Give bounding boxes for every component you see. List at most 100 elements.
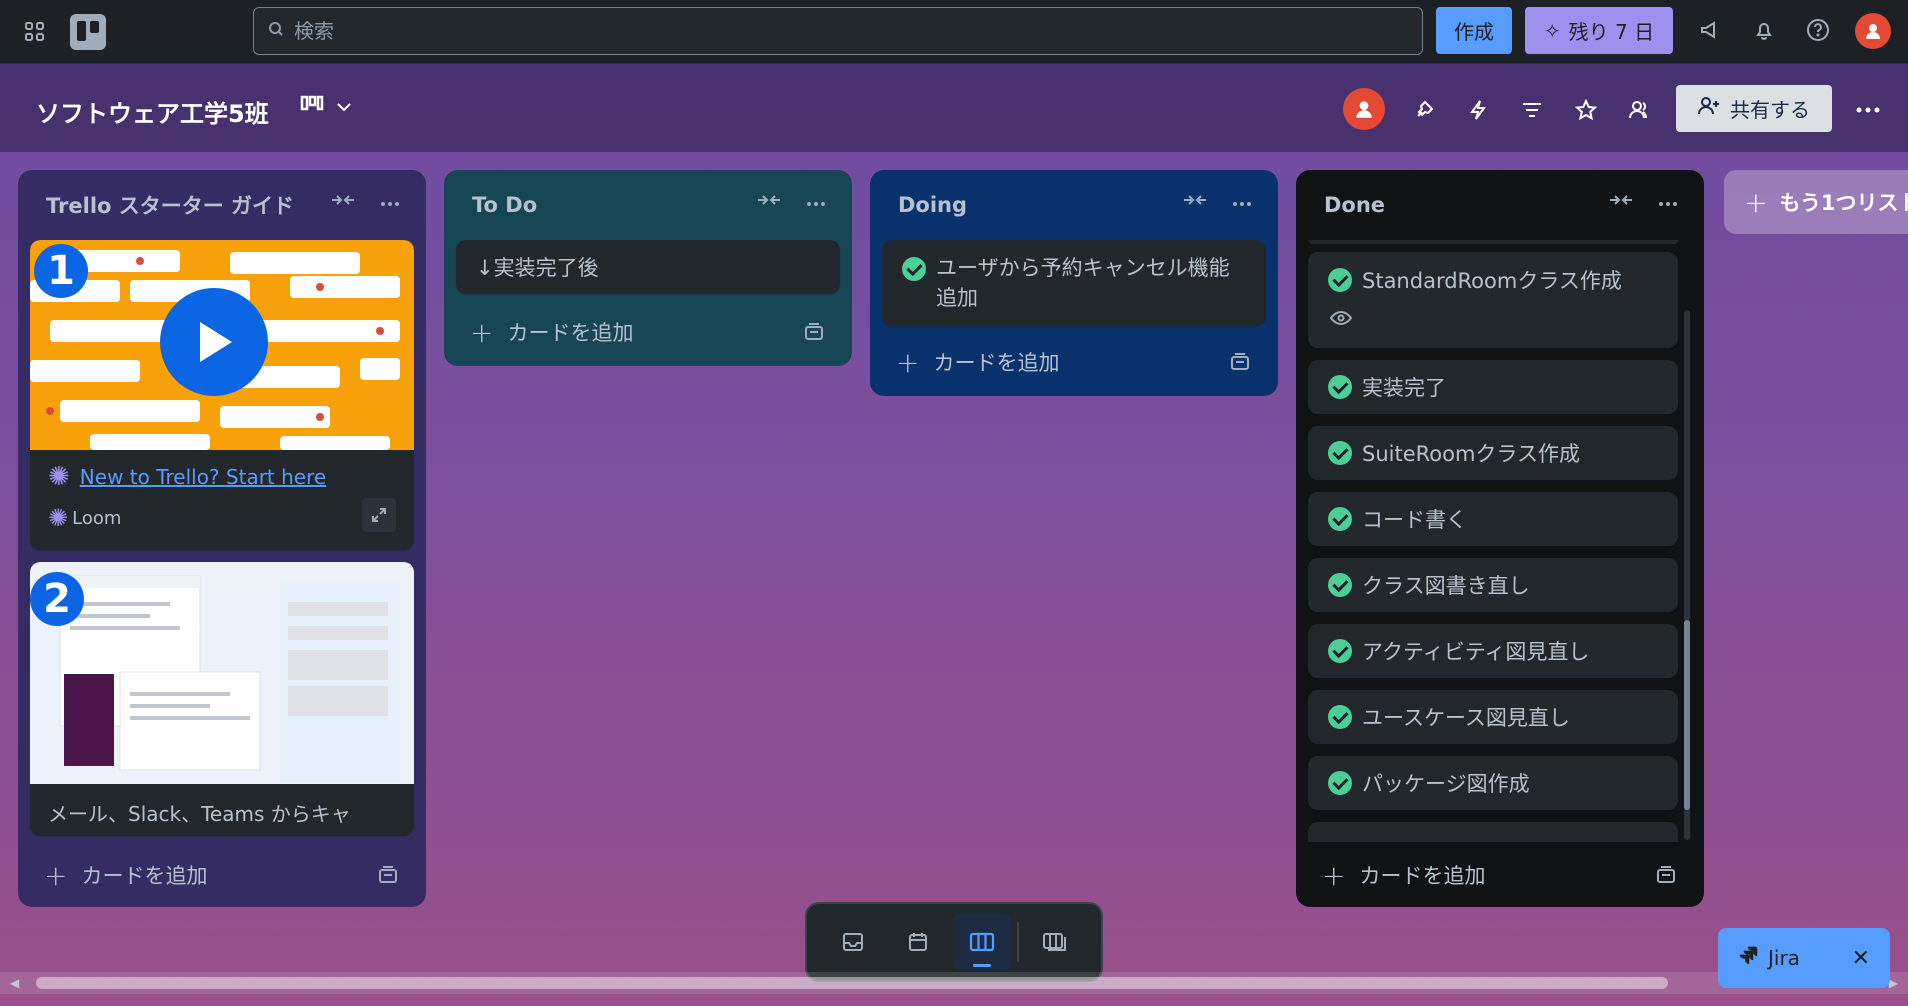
announcement-icon[interactable] bbox=[1694, 14, 1726, 46]
video-thumbnail[interactable]: 1 bbox=[30, 240, 414, 450]
play-icon[interactable] bbox=[160, 288, 268, 396]
list-scrollbar[interactable] bbox=[1684, 310, 1690, 840]
list-card[interactable]: 実装完了 bbox=[1308, 360, 1678, 414]
card-title: ユーザから予約キャンセル機能追加 bbox=[936, 256, 1230, 310]
board-view-switcher[interactable] bbox=[300, 94, 352, 118]
list-card[interactable]: クラス図書き直し bbox=[1308, 558, 1678, 612]
filter-icon[interactable] bbox=[1512, 90, 1552, 130]
start-here-link[interactable]: New to Trello? Start here bbox=[80, 465, 326, 489]
board-member-avatar[interactable] bbox=[1343, 88, 1385, 130]
complete-check-icon[interactable] bbox=[1328, 639, 1352, 663]
power-ups-icon[interactable] bbox=[1404, 90, 1444, 130]
watching-eye-icon bbox=[1329, 307, 1658, 331]
workspace-visibility-icon[interactable] bbox=[1620, 90, 1660, 130]
list-card[interactable]: アクティビティ図見直し bbox=[1308, 624, 1678, 678]
automation-icon[interactable] bbox=[1458, 90, 1498, 130]
trial-days-button[interactable]: ✧ 残り 7 日 bbox=[1525, 7, 1673, 54]
complete-check-icon[interactable] bbox=[1328, 268, 1352, 292]
app-switcher-icon[interactable] bbox=[20, 17, 50, 47]
collapse-list-icon[interactable] bbox=[330, 192, 356, 211]
complete-check-icon[interactable] bbox=[1328, 441, 1352, 465]
scroll-right-arrow-icon[interactable]: ▶ bbox=[1889, 976, 1898, 990]
complete-check-icon[interactable] bbox=[1328, 375, 1352, 399]
list-menu-icon[interactable] bbox=[380, 192, 400, 211]
done-card-scroll-area[interactable]: StandardRoomクラス作成 実装完了 SuiteRoomクラス作成 コー… bbox=[1308, 240, 1692, 842]
collapse-list-icon[interactable] bbox=[1608, 192, 1634, 211]
card-template-icon[interactable] bbox=[378, 865, 398, 889]
board-horizontal-scrollbar[interactable]: ◀ ▶ bbox=[0, 972, 1908, 994]
star-icon[interactable] bbox=[1566, 90, 1606, 130]
list-title[interactable]: Done bbox=[1324, 193, 1385, 217]
add-card-label: カードを追加 bbox=[1359, 864, 1486, 888]
list-menu-icon[interactable] bbox=[1658, 192, 1678, 211]
list-card[interactable]: ↓実装完了後 bbox=[456, 240, 840, 294]
notifications-bell-icon[interactable] bbox=[1748, 14, 1780, 46]
scroll-left-arrow-icon[interactable]: ◀ bbox=[10, 976, 19, 990]
complete-check-icon[interactable] bbox=[902, 257, 926, 281]
complete-check-icon[interactable] bbox=[1328, 573, 1352, 597]
scrollbar-thumb[interactable] bbox=[36, 977, 1668, 989]
user-avatar[interactable] bbox=[1855, 13, 1891, 49]
board-view-icon bbox=[300, 94, 324, 118]
list-title[interactable]: Trello スターター ガイド bbox=[46, 190, 294, 220]
list-menu-icon[interactable] bbox=[1232, 192, 1252, 211]
trello-logo[interactable] bbox=[70, 13, 106, 50]
guide-card-video[interactable]: 1 ✺ New to Trello? Start here ✺ Loom bbox=[30, 240, 414, 550]
list-card[interactable]: パッケージ図作成 bbox=[1308, 756, 1678, 810]
add-card-button[interactable]: + カードを追加 bbox=[1308, 847, 1692, 903]
card-title: パッケージ図作成 bbox=[1362, 772, 1530, 796]
list-header: To Do bbox=[456, 170, 840, 240]
list-header: Done bbox=[1308, 170, 1692, 240]
card-title: クラス図書き直し bbox=[1362, 574, 1530, 598]
list-card[interactable]: SuiteRoomクラス作成 bbox=[1308, 426, 1678, 480]
board-header: ソフトウェア工学5班 共有する bbox=[0, 64, 1908, 152]
calendar-planner-icon[interactable] bbox=[889, 913, 947, 971]
jira-label: Jira bbox=[1768, 946, 1800, 970]
add-card-button[interactable]: + カードを追加 bbox=[30, 847, 414, 903]
collapse-list-icon[interactable] bbox=[1182, 192, 1208, 211]
help-icon[interactable] bbox=[1802, 14, 1834, 46]
complete-check-icon[interactable] bbox=[1328, 771, 1352, 795]
list-title[interactable]: To Do bbox=[472, 193, 537, 217]
board-menu-icon[interactable] bbox=[1848, 90, 1888, 130]
share-button[interactable]: 共有する bbox=[1676, 85, 1832, 132]
create-button[interactable]: 作成 bbox=[1436, 7, 1512, 54]
complete-check-icon[interactable] bbox=[1328, 705, 1352, 729]
share-label: 共有する bbox=[1730, 98, 1810, 122]
board-title[interactable]: ソフトウェア工学5班 bbox=[36, 94, 269, 129]
list-card-partial[interactable] bbox=[1308, 822, 1678, 842]
guide-card-integrations[interactable]: 2 メール、Slack、Teams からキャ bbox=[30, 562, 414, 836]
card-title: アクティビティ図見直し bbox=[1362, 640, 1590, 664]
plus-icon: + bbox=[44, 858, 68, 892]
list-card[interactable]: ユースケース図見直し bbox=[1308, 690, 1678, 744]
switch-boards-icon[interactable] bbox=[1026, 913, 1084, 971]
list-menu-icon[interactable] bbox=[806, 192, 826, 211]
chevron-down-icon bbox=[336, 97, 352, 116]
list-card[interactable]: ユーザから予約キャンセル機能追加 bbox=[882, 240, 1266, 326]
list-scrollbar-thumb[interactable] bbox=[1684, 620, 1690, 810]
add-card-button[interactable]: + カードを追加 bbox=[882, 334, 1266, 390]
list-card[interactable]: コード書く bbox=[1308, 492, 1678, 546]
board-view-tab[interactable] bbox=[952, 913, 1011, 971]
loom-small-icon: ✺ bbox=[48, 504, 69, 532]
loom-icon: ✺ bbox=[48, 462, 70, 492]
card-template-icon[interactable] bbox=[1230, 352, 1250, 376]
list-starter-guide: Trello スターター ガイド 1 ✺ New to Trello? Star… bbox=[18, 170, 426, 907]
add-person-icon bbox=[1698, 96, 1720, 121]
close-icon[interactable]: ✕ bbox=[1852, 946, 1870, 971]
sparkle-icon: ✧ bbox=[1543, 18, 1561, 43]
list-card[interactable]: StandardRoomクラス作成 bbox=[1308, 252, 1678, 348]
jira-promo-button[interactable]: Jira ✕ bbox=[1718, 928, 1890, 988]
list-title[interactable]: Doing bbox=[898, 193, 967, 217]
add-another-list-button[interactable]: + もう1つリスト bbox=[1724, 170, 1908, 234]
complete-check-icon[interactable] bbox=[1328, 507, 1352, 531]
card-template-icon[interactable] bbox=[804, 322, 824, 346]
search-input[interactable] bbox=[294, 19, 1394, 43]
expand-icon[interactable] bbox=[362, 498, 396, 532]
search-field[interactable] bbox=[253, 7, 1423, 55]
list-todo: To Do ↓実装完了後 + カードを追加 bbox=[444, 170, 852, 366]
add-card-button[interactable]: + カードを追加 bbox=[456, 304, 840, 360]
inbox-icon[interactable] bbox=[824, 913, 882, 971]
collapse-list-icon[interactable] bbox=[756, 192, 782, 211]
card-template-icon[interactable] bbox=[1656, 865, 1676, 889]
